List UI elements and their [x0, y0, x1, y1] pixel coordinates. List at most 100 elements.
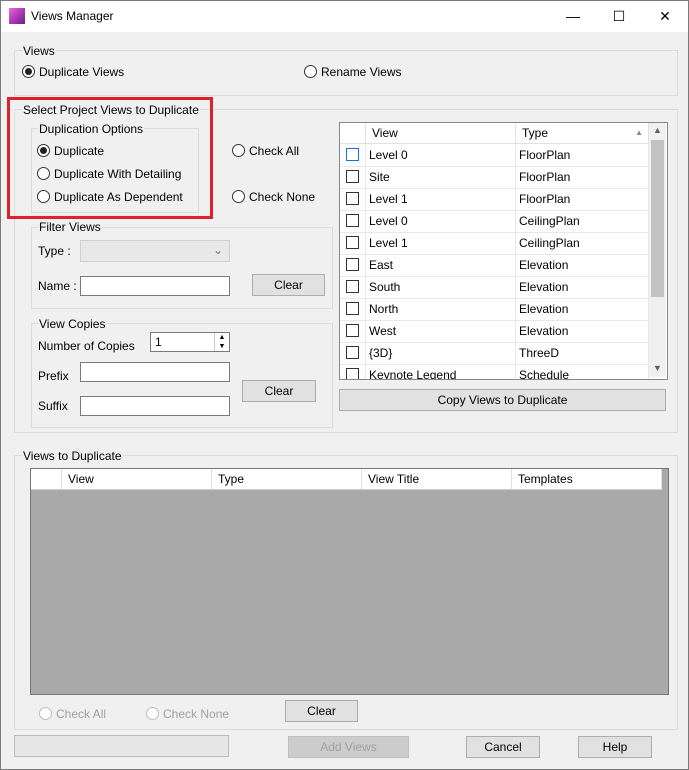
table-row[interactable]: {3D} ThreeD [340, 342, 649, 365]
duplicate-views-radio[interactable] [22, 65, 35, 78]
number-of-copies-value: 1 [155, 335, 162, 349]
row-view-cell[interactable]: {3D} [366, 342, 516, 364]
row-checkbox-cell [340, 144, 366, 166]
table-row[interactable]: Site FloorPlan [340, 166, 649, 189]
copy-views-button[interactable]: Copy Views to Duplicate [339, 389, 666, 411]
views-to-duplicate-label: Views to Duplicate [22, 449, 123, 463]
table-row[interactable]: Level 1 FloorPlan [340, 188, 649, 211]
row-checkbox-cell [340, 298, 366, 320]
header-view[interactable]: View [366, 123, 516, 143]
rename-views-label: Rename Views [321, 65, 402, 79]
bottom-check-all-label: Check All [56, 707, 107, 721]
row-checkbox[interactable] [346, 368, 359, 379]
bottom-check-none-radio[interactable] [146, 707, 159, 720]
row-checkbox[interactable] [346, 324, 359, 337]
row-view-cell[interactable]: North [366, 298, 516, 320]
cancel-button[interactable]: Cancel [466, 736, 540, 758]
filter-clear-button[interactable]: Clear [252, 274, 325, 296]
row-checkbox[interactable] [346, 302, 359, 315]
row-checkbox-cell [340, 188, 366, 210]
row-view-cell[interactable]: Keynote Legend [366, 364, 516, 379]
row-view-cell[interactable]: South [366, 276, 516, 298]
duplicate-views-label: Duplicate Views [39, 65, 125, 79]
dup-header-type[interactable]: Type [212, 469, 362, 489]
row-view-cell[interactable]: Level 1 [366, 232, 516, 254]
dup-header-selector [31, 469, 62, 489]
project-grid-scrollbar[interactable]: ▲ ▼ [649, 123, 666, 377]
check-none-label: Check None [249, 190, 316, 204]
row-type-cell[interactable]: FloorPlan [516, 144, 649, 166]
check-all-radio[interactable] [232, 144, 245, 157]
row-type-cell[interactable]: Elevation [516, 254, 649, 276]
row-checkbox[interactable] [346, 258, 359, 271]
highlight-box [7, 97, 213, 219]
row-type-cell[interactable]: CeilingPlan [516, 210, 649, 232]
row-checkbox-cell [340, 254, 366, 276]
copies-clear-button[interactable]: Clear [242, 380, 316, 402]
row-checkbox-cell [340, 342, 366, 364]
table-row[interactable]: South Elevation [340, 276, 649, 299]
row-type-cell[interactable]: FloorPlan [516, 166, 649, 188]
dup-header-templates[interactable]: Templates [512, 469, 662, 489]
table-row[interactable]: Keynote Legend Schedule [340, 364, 649, 379]
header-type[interactable]: Type ▲ [516, 123, 649, 143]
dup-grid-header: View Type View Title Templates [31, 469, 662, 490]
row-type-cell[interactable]: Schedule [516, 364, 649, 379]
maximize-button[interactable]: ☐ [596, 1, 642, 32]
row-view-cell[interactable]: East [366, 254, 516, 276]
number-of-copies-label: Number of Copies [38, 339, 135, 353]
table-row[interactable]: Level 1 CeilingPlan [340, 232, 649, 255]
help-button[interactable]: Help [578, 736, 652, 758]
row-type-cell[interactable]: CeilingPlan [516, 232, 649, 254]
scroll-down-icon[interactable]: ▼ [653, 363, 662, 373]
table-row[interactable]: West Elevation [340, 320, 649, 343]
filter-views-label: Filter Views [38, 220, 102, 234]
stepper-down-icon[interactable]: ▼ [214, 342, 229, 351]
row-view-cell[interactable]: Site [366, 166, 516, 188]
name-input[interactable] [80, 276, 230, 296]
scroll-up-icon[interactable]: ▲ [653, 125, 662, 135]
bottom-clear-button[interactable]: Clear [285, 700, 358, 722]
row-checkbox[interactable] [346, 170, 359, 183]
check-none-radio[interactable] [232, 190, 245, 203]
row-view-cell[interactable]: Level 1 [366, 188, 516, 210]
row-checkbox-cell [340, 320, 366, 342]
row-checkbox-cell [340, 364, 366, 379]
row-type-cell[interactable]: ThreeD [516, 342, 649, 364]
window-title: Views Manager [31, 9, 114, 23]
row-checkbox[interactable] [346, 346, 359, 359]
scroll-thumb[interactable] [651, 140, 664, 297]
table-row[interactable]: East Elevation [340, 254, 649, 277]
views-group-label: Views [22, 44, 56, 58]
row-checkbox[interactable] [346, 192, 359, 205]
suffix-input[interactable] [80, 396, 230, 416]
row-checkbox[interactable] [346, 280, 359, 293]
row-type-cell[interactable]: FloorPlan [516, 188, 649, 210]
row-type-cell[interactable]: Elevation [516, 276, 649, 298]
row-type-cell[interactable]: Elevation [516, 320, 649, 342]
row-view-cell[interactable]: Level 0 [366, 210, 516, 232]
row-view-cell[interactable]: Level 0 [366, 144, 516, 166]
bottom-check-all-radio[interactable] [39, 707, 52, 720]
row-checkbox[interactable] [346, 214, 359, 227]
add-views-button[interactable]: Add Views [288, 736, 409, 758]
row-type-cell[interactable]: Elevation [516, 298, 649, 320]
prefix-input[interactable] [80, 362, 230, 382]
dup-header-view[interactable]: View [62, 469, 212, 489]
table-row[interactable]: Level 0 FloorPlan [340, 144, 649, 167]
dup-header-view-title[interactable]: View Title [362, 469, 512, 489]
type-select[interactable]: ⌄ [80, 240, 230, 262]
name-label: Name : [38, 279, 77, 293]
row-view-cell[interactable]: West [366, 320, 516, 342]
table-row[interactable]: North Elevation [340, 298, 649, 321]
rename-views-radio[interactable] [304, 65, 317, 78]
table-row[interactable]: Level 0 CeilingPlan [340, 210, 649, 233]
prefix-label: Prefix [38, 369, 69, 383]
minimize-button[interactable]: — [550, 1, 596, 32]
row-checkbox-cell [340, 210, 366, 232]
row-checkbox[interactable] [346, 236, 359, 249]
close-button[interactable]: ✕ [642, 1, 688, 32]
stepper-up-icon[interactable]: ▲ [214, 333, 229, 342]
row-checkbox[interactable] [346, 148, 359, 161]
number-of-copies-stepper[interactable]: 1 ▲ ▼ [150, 332, 230, 352]
